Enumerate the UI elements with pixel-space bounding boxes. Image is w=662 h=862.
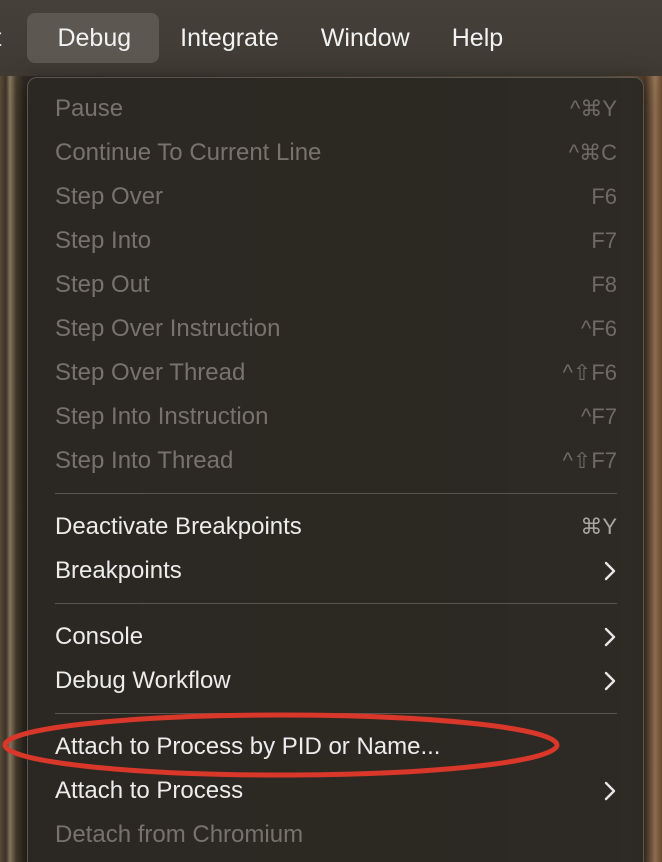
- menu-item-deactivate-breakpoints[interactable]: Deactivate Breakpoints ⌘Y: [55, 505, 617, 549]
- menubar-item-window[interactable]: Window: [300, 13, 431, 63]
- menu-item-label: Debug Workflow: [55, 667, 231, 694]
- menu-item-label: Detach from Chromium: [55, 821, 304, 848]
- menu-separator: [55, 493, 617, 494]
- menu-item-step-out[interactable]: Step Out F8: [55, 263, 617, 307]
- menu-item-step-into-thread[interactable]: Step Into Thread ^⇧F7: [55, 439, 617, 483]
- menu-item-label: Step Over: [55, 183, 164, 210]
- menu-item-shortcut: ^⇧F7: [562, 448, 617, 473]
- menu-item-label: Continue To Current Line: [55, 139, 322, 166]
- debug-menu: Pause ^⌘Y Continue To Current Line ^⌘C S…: [27, 77, 644, 862]
- menu-item-step-into[interactable]: Step Into F7: [55, 219, 617, 263]
- menu-item-shortcut: ^⌘Y: [570, 96, 617, 121]
- menu-item-shortcut: ^⇧F6: [562, 360, 617, 385]
- menu-item-shortcut: ^F6: [581, 316, 617, 341]
- menu-item-shortcut: F8: [591, 272, 617, 297]
- chevron-right-icon: [604, 671, 616, 691]
- menu-item-shortcut: ^⌘C: [568, 140, 617, 165]
- menu-item-label: Attach to Process: [55, 777, 244, 804]
- menu-item-label: Step Over Thread: [55, 359, 246, 386]
- menu-item-label: Console: [55, 623, 144, 650]
- menu-item-shortcut: F7: [591, 228, 617, 253]
- menu-item-label: Step Over Instruction: [55, 315, 281, 342]
- menu-item-breakpoints[interactable]: Breakpoints: [55, 549, 617, 593]
- menu-separator: [55, 603, 617, 604]
- menu-item-label: Pause: [55, 95, 124, 122]
- menubar-item-integrate[interactable]: Integrate: [159, 13, 300, 63]
- menu-item-label: Deactivate Breakpoints: [55, 513, 302, 540]
- menubar-item-help[interactable]: Help: [431, 13, 524, 63]
- menu-item-detach-from-chromium[interactable]: Detach from Chromium: [55, 813, 617, 857]
- menu-item-step-over-instruction[interactable]: Step Over Instruction ^F6: [55, 307, 617, 351]
- menu-item-label: Step Into Thread: [55, 447, 234, 474]
- menu-item-debug-workflow[interactable]: Debug Workflow: [55, 659, 617, 703]
- chevron-right-icon: [604, 561, 616, 581]
- menu-item-label: Step Out: [55, 271, 150, 298]
- chevron-right-icon: [604, 781, 616, 801]
- menu-item-label: Attach to Process by PID or Name...: [55, 733, 441, 760]
- menu-item-shortcut: ⌘Y: [580, 514, 617, 539]
- menu-item-continue-to-current-line[interactable]: Continue To Current Line ^⌘C: [55, 131, 617, 175]
- menu-separator: [55, 713, 617, 714]
- menu-item-attach-to-process-by-pid-or-name[interactable]: Attach to Process by PID or Name...: [55, 725, 617, 769]
- menu-item-attach-to-process[interactable]: Attach to Process: [55, 769, 617, 813]
- menu-item-pause[interactable]: Pause ^⌘Y: [55, 87, 617, 131]
- menu-item-shortcut: ^F7: [581, 404, 617, 429]
- chevron-right-icon: [604, 627, 616, 647]
- menu-item-step-into-instruction[interactable]: Step Into Instruction ^F7: [55, 395, 617, 439]
- menu-item-label: Step Into Instruction: [55, 403, 269, 430]
- menubar-item-debug[interactable]: Debug: [27, 13, 160, 63]
- menu-item-label: Breakpoints: [55, 557, 182, 584]
- menu-item-step-over[interactable]: Step Over F6: [55, 175, 617, 219]
- menu-item-step-over-thread[interactable]: Step Over Thread ^⇧F6: [55, 351, 617, 395]
- menu-item-label: Step Into: [55, 227, 152, 254]
- menu-bar: ct Debug Integrate Window Help: [0, 0, 662, 76]
- menu-item-console[interactable]: Console: [55, 615, 617, 659]
- menubar-item-project[interactable]: ct: [0, 13, 21, 63]
- menu-item-shortcut: F6: [591, 184, 617, 209]
